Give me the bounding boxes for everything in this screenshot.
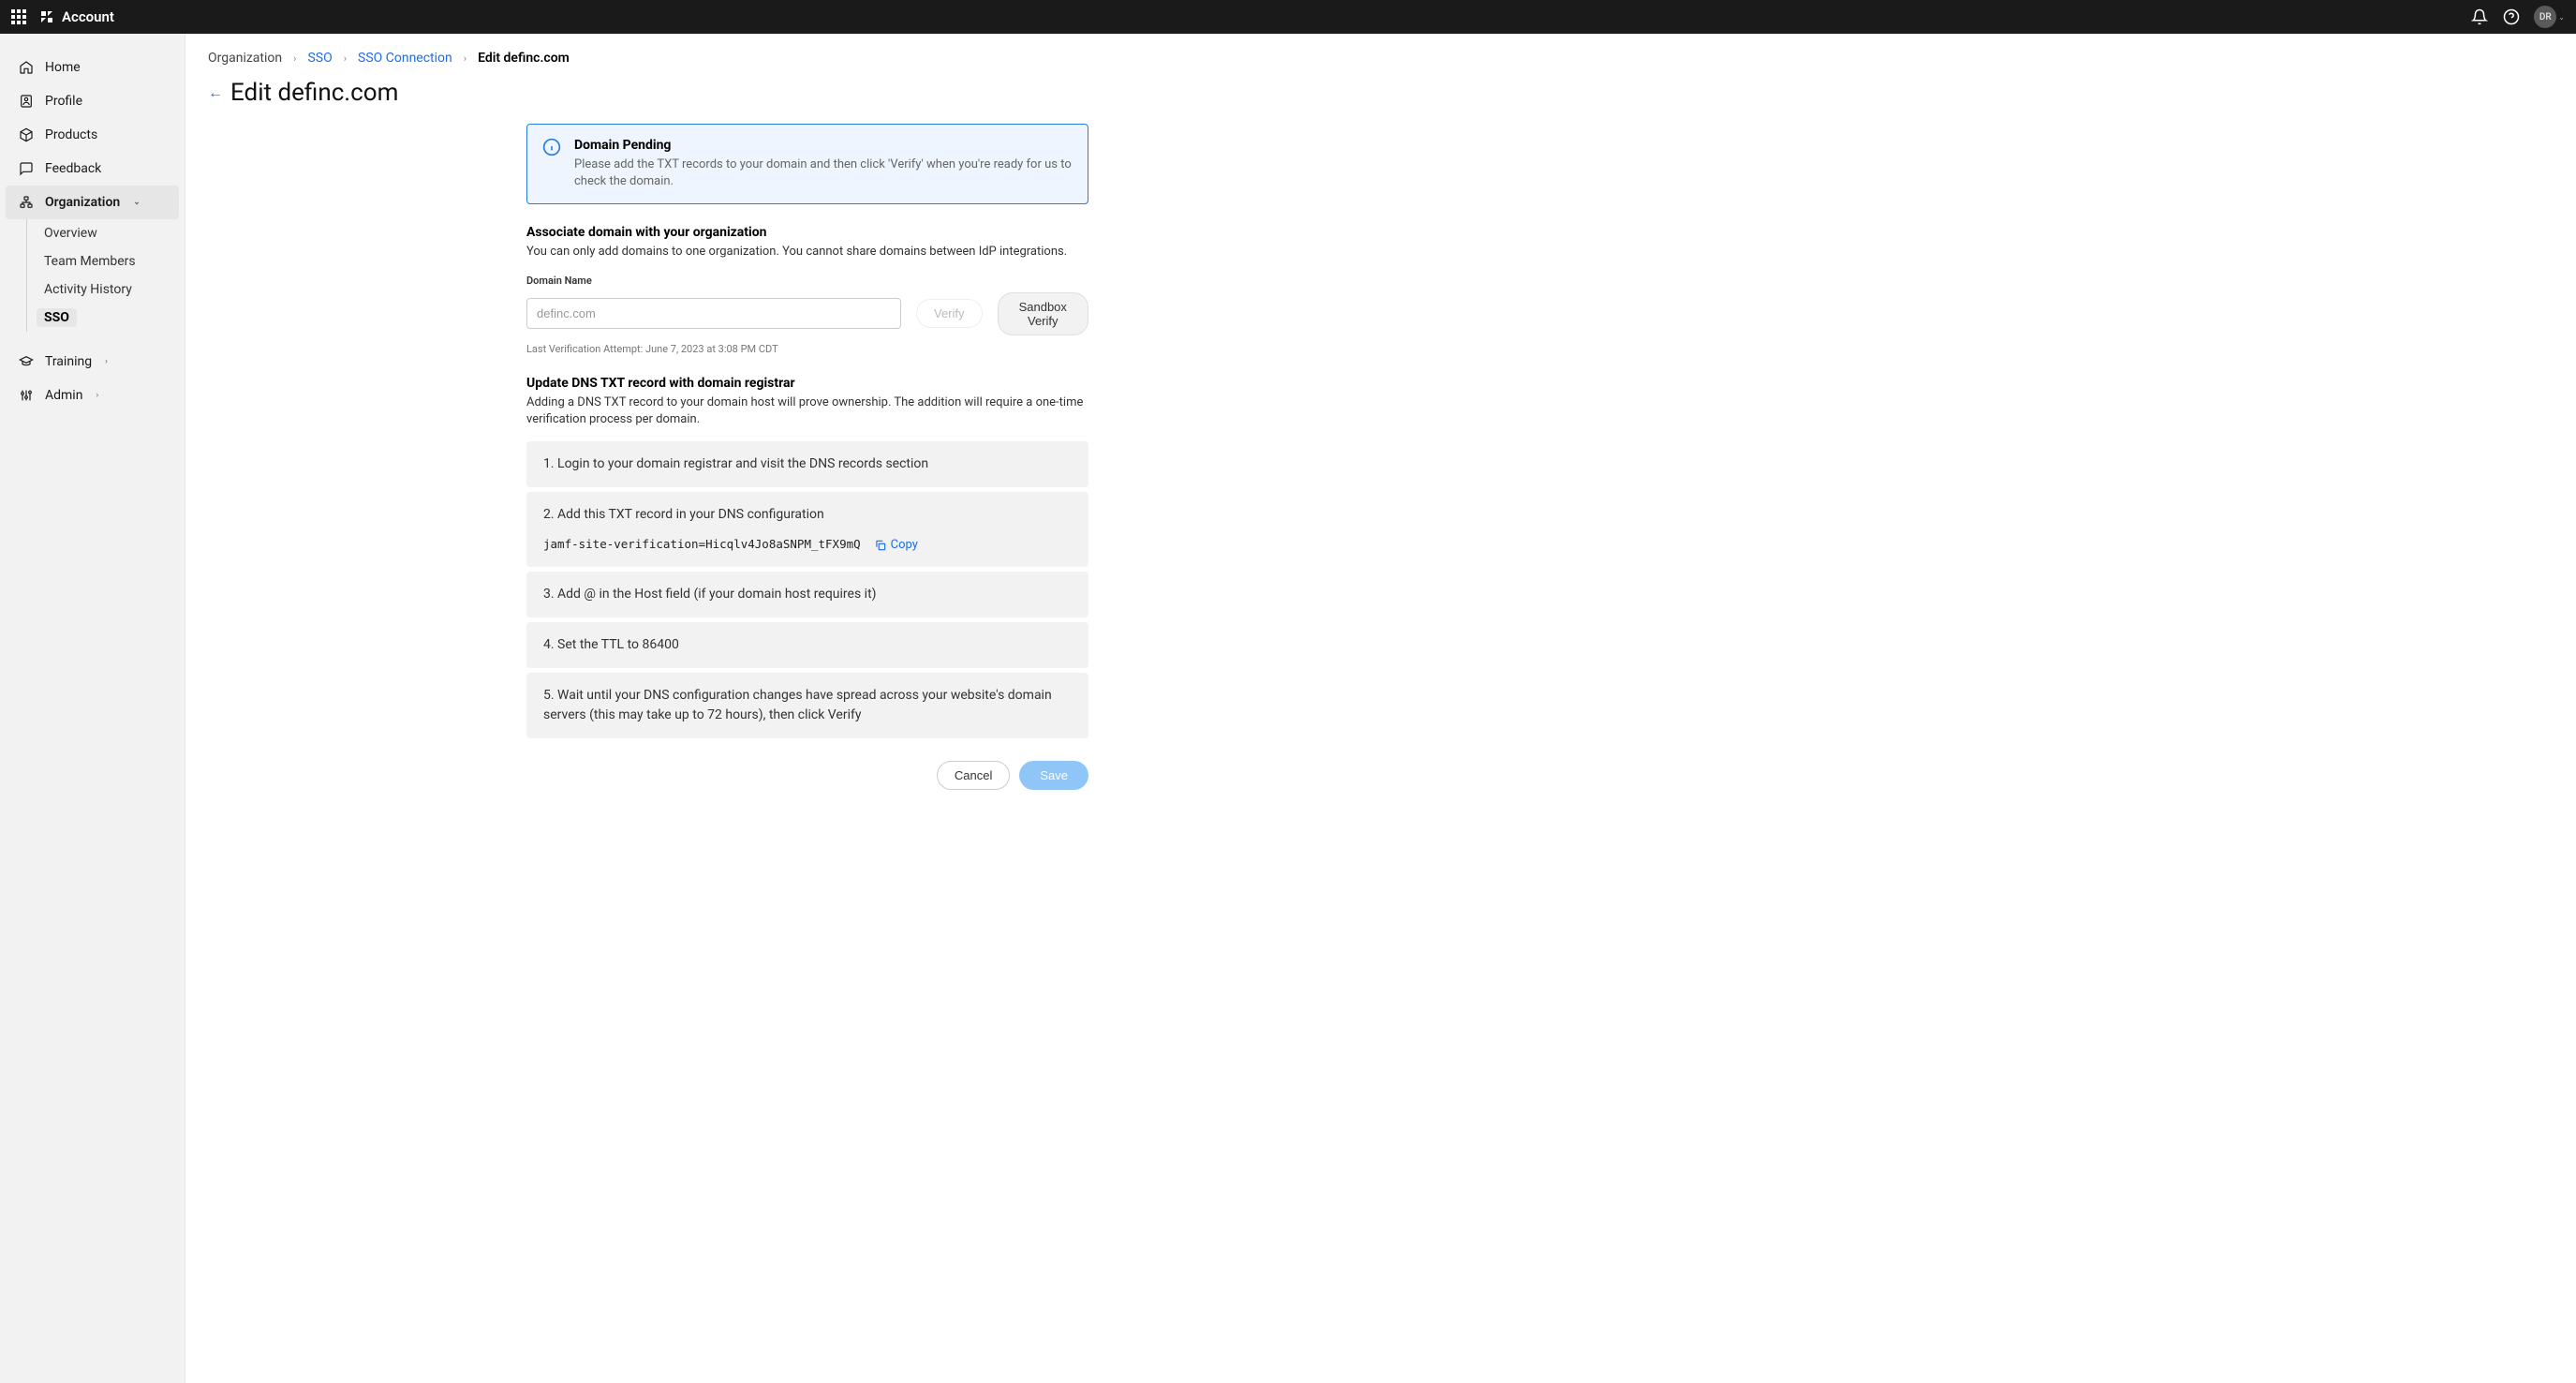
breadcrumb-current: Edit definc.com xyxy=(478,51,570,66)
notifications-icon[interactable] xyxy=(2470,7,2489,26)
chevron-down-icon: ⌄ xyxy=(133,198,141,207)
content-column: Domain Pending Please add the TXT record… xyxy=(526,124,1088,790)
sidebar-item-label: Training xyxy=(45,354,92,369)
sandbox-verify-button[interactable]: Sandbox Verify xyxy=(998,292,1088,335)
alert-title: Domain Pending xyxy=(574,138,1073,153)
dns-step-2-text: 2. Add this TXT record in your DNS confi… xyxy=(543,505,1072,525)
sidebar-item-label: Profile xyxy=(45,94,82,109)
topbar: Account DR ⌄ xyxy=(0,0,2576,34)
domain-pending-alert: Domain Pending Please add the TXT record… xyxy=(526,124,1088,204)
footer-actions: Cancel Save xyxy=(526,761,1088,790)
info-icon xyxy=(542,138,561,156)
save-button[interactable]: Save xyxy=(1019,761,1088,790)
chevron-right-icon: › xyxy=(105,357,108,366)
dns-step-4: 4. Set the TTL to 86400 xyxy=(526,622,1088,668)
sidebar-sub-team-members[interactable]: Team Members xyxy=(27,247,185,275)
copy-label: Copy xyxy=(891,536,918,555)
sidebar-sub-activity-history[interactable]: Activity History xyxy=(27,275,185,304)
app-switcher-icon[interactable] xyxy=(11,9,26,24)
domain-field-row: Verify Sandbox Verify xyxy=(526,292,1088,335)
avatar-initials: DR xyxy=(2539,12,2552,22)
page-title-row: ← Edit definc.com xyxy=(208,79,2554,107)
sidebar-item-label: Home xyxy=(45,60,81,75)
brand-label: Account xyxy=(62,8,114,25)
logo-icon xyxy=(39,9,54,24)
txt-record-value: jamf-site-verification=Hicqlv4Jo8aSNPM_t… xyxy=(543,536,861,554)
page-title: Edit definc.com xyxy=(230,79,398,107)
sidebar-sub-sso[interactable]: SSO xyxy=(27,304,185,332)
help-icon[interactable] xyxy=(2502,7,2521,26)
chevron-down-icon: ⌄ xyxy=(2558,13,2565,22)
sidebar-item-organization[interactable]: Organization ⌄ xyxy=(6,186,179,219)
sidebar-org-submenu: Overview Team Members Activity History S… xyxy=(26,219,185,332)
domain-name-input[interactable] xyxy=(526,298,901,329)
domain-name-label: Domain Name xyxy=(526,275,1088,287)
sidebar-item-training[interactable]: Training › xyxy=(0,345,185,379)
topbar-right: DR ⌄ xyxy=(2470,6,2565,28)
user-menu[interactable]: DR ⌄ xyxy=(2534,6,2565,28)
breadcrumb-connection[interactable]: SSO Connection xyxy=(358,51,452,66)
sidebar-item-label: Admin xyxy=(45,388,82,403)
breadcrumb-root[interactable]: Organization xyxy=(208,51,282,66)
topbar-left: Account xyxy=(11,8,114,25)
dns-step-2: 2. Add this TXT record in your DNS confi… xyxy=(526,492,1088,568)
feedback-icon xyxy=(19,161,34,176)
breadcrumb: Organization › SSO › SSO Connection › Ed… xyxy=(208,51,2554,66)
main-content: Organization › SSO › SSO Connection › Ed… xyxy=(185,34,2576,1383)
verify-button[interactable]: Verify xyxy=(916,299,983,328)
sidebar-item-label: Products xyxy=(45,127,97,142)
breadcrumb-sep: › xyxy=(293,52,296,65)
breadcrumb-sep: › xyxy=(344,52,347,65)
sidebar-item-admin[interactable]: Admin › xyxy=(0,379,185,412)
sidebar-item-products[interactable]: Products xyxy=(0,118,185,152)
sidebar-item-profile[interactable]: Profile xyxy=(0,84,185,118)
breadcrumb-sep: › xyxy=(464,52,466,65)
sidebar-item-label: Feedback xyxy=(45,161,101,176)
sidebar: Home Profile Products Feedback Organizat… xyxy=(0,34,185,1383)
profile-icon xyxy=(19,94,34,109)
dns-step-3: 3. Add @ in the Host field (if your doma… xyxy=(526,572,1088,617)
organization-icon xyxy=(19,195,34,210)
training-icon xyxy=(19,354,34,369)
dns-step-5: 5. Wait until your DNS configuration cha… xyxy=(526,673,1088,738)
alert-content: Domain Pending Please add the TXT record… xyxy=(574,138,1073,190)
cancel-button[interactable]: Cancel xyxy=(937,761,1010,790)
associate-title: Associate domain with your organization xyxy=(526,225,1088,240)
home-icon xyxy=(19,60,34,75)
admin-icon xyxy=(19,388,34,403)
avatar: DR xyxy=(2534,6,2556,28)
dns-step-1: 1. Login to your domain registrar and vi… xyxy=(526,441,1088,487)
copy-icon xyxy=(874,539,887,552)
products-icon xyxy=(19,127,34,142)
copy-button[interactable]: Copy xyxy=(874,536,918,555)
sidebar-item-label: Organization xyxy=(45,195,120,210)
breadcrumb-sso[interactable]: SSO xyxy=(307,51,332,66)
back-arrow-icon[interactable]: ← xyxy=(208,83,223,102)
dns-desc: Adding a DNS TXT record to your domain h… xyxy=(526,394,1088,428)
sidebar-item-feedback[interactable]: Feedback xyxy=(0,152,185,186)
sidebar-item-home[interactable]: Home xyxy=(0,51,185,84)
associate-desc: You can only add domains to one organiza… xyxy=(526,244,1088,260)
alert-body: Please add the TXT records to your domai… xyxy=(574,156,1073,190)
chevron-right-icon: › xyxy=(96,391,98,400)
brand[interactable]: Account xyxy=(39,8,114,25)
txt-record-row: jamf-site-verification=Hicqlv4Jo8aSNPM_t… xyxy=(543,536,1072,555)
sidebar-sub-overview[interactable]: Overview xyxy=(27,219,185,247)
last-verification-hint: Last Verification Attempt: June 7, 2023 … xyxy=(526,343,1088,355)
dns-title: Update DNS TXT record with domain regist… xyxy=(526,376,1088,391)
